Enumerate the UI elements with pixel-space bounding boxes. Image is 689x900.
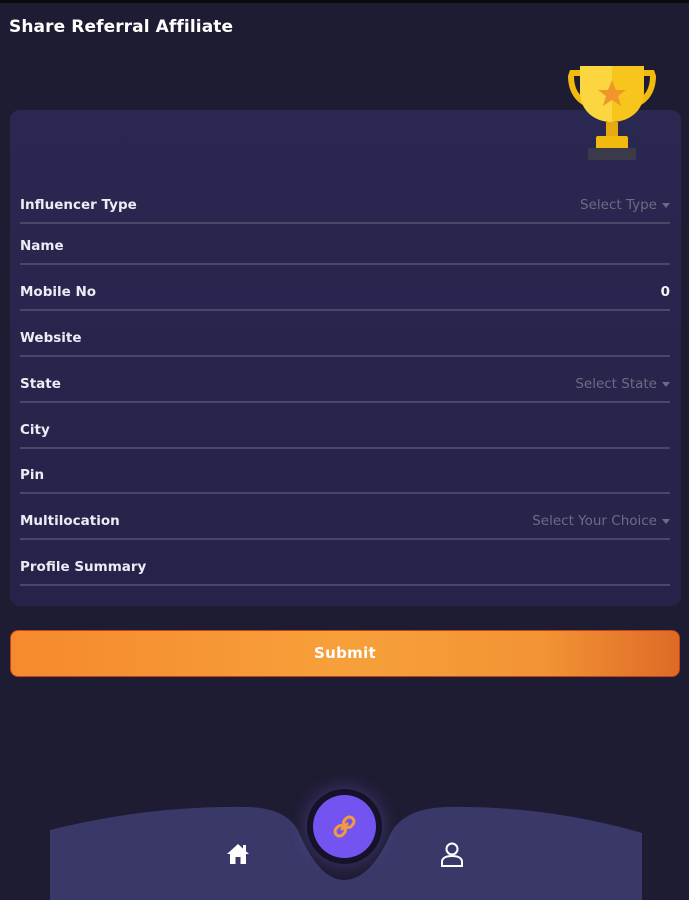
- submit-button[interactable]: Submit: [10, 630, 680, 677]
- referral-link-button[interactable]: [313, 795, 376, 858]
- name-label: Name: [20, 238, 64, 254]
- page-title: Share Referral Affiliate: [9, 17, 234, 37]
- trophy-icon: [568, 66, 656, 160]
- link-icon: [333, 815, 356, 838]
- mobile-no-value: 0: [660, 284, 670, 300]
- mobile-no-field[interactable]: Mobile No 0: [20, 265, 670, 311]
- caret-down-icon: [662, 202, 670, 208]
- status-strip: [0, 0, 689, 3]
- influencer-type-label: Influencer Type: [20, 197, 137, 213]
- profile-summary-field[interactable]: Profile Summary: [20, 540, 670, 586]
- state-select[interactable]: State Select State: [20, 357, 670, 403]
- multilocation-value: Select Your Choice: [532, 513, 670, 529]
- caret-down-icon: [662, 518, 670, 524]
- name-field[interactable]: Name: [20, 219, 670, 265]
- pin-label: Pin: [20, 467, 45, 483]
- home-icon[interactable]: [226, 843, 250, 865]
- user-icon[interactable]: [440, 841, 464, 867]
- influencer-type-value: Select Type: [580, 197, 670, 213]
- mobile-no-label: Mobile No: [20, 284, 97, 300]
- multilocation-select[interactable]: Multilocation Select Your Choice: [20, 494, 670, 540]
- website-field[interactable]: Website: [20, 311, 670, 357]
- city-field[interactable]: City: [20, 403, 670, 449]
- state-label: State: [20, 376, 61, 392]
- pin-field[interactable]: Pin: [20, 448, 670, 494]
- multilocation-label: Multilocation: [20, 513, 120, 529]
- caret-down-icon: [662, 381, 670, 387]
- profile-summary-label: Profile Summary: [20, 559, 147, 575]
- state-value: Select State: [575, 376, 670, 392]
- city-label: City: [20, 422, 50, 438]
- influencer-type-select[interactable]: Influencer Type Select Type: [20, 178, 670, 224]
- website-label: Website: [20, 330, 82, 346]
